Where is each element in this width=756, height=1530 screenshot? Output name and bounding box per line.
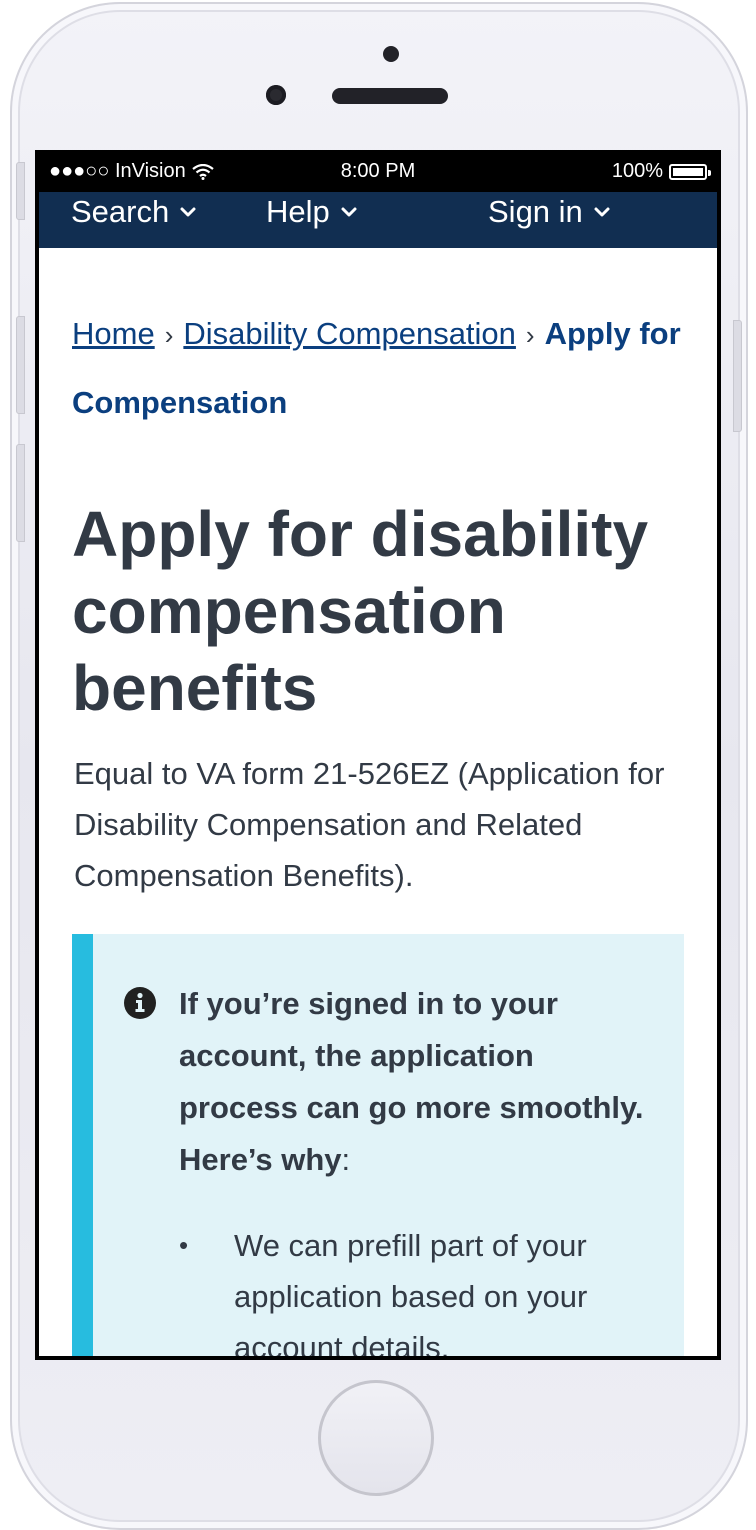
mute-switch [16,162,25,220]
status-battery: 100% [611,160,711,183]
status-bar: ●●●○○ InVision 8:00 PM 100% [35,150,721,192]
sensor-dot [383,46,399,62]
phone-screen: ●●●○○ InVision 8:00 PM 100% Search Help [35,150,721,1360]
alert-list: We can prefill part of your application … [179,1220,639,1356]
nav-search-menu[interactable]: Search [71,192,197,232]
breadcrumb: Home › Disability Compensation › Apply for C… [72,300,692,437]
battery-icon [669,163,711,180]
list-item: We can prefill part of your application … [179,1220,639,1356]
page-intro: Equal to VA form 21-526EZ (Application f… [74,756,665,893]
nav-signin-menu[interactable]: Sign in [488,192,611,232]
info-alert: If you’re signed in to your account, the… [72,934,684,1356]
chevron-down-icon [341,207,357,217]
volume-down-button [16,444,25,542]
breadcrumb-disability-link[interactable]: Disability Compensation [183,316,516,351]
front-camera [266,85,286,105]
chevron-down-icon [180,207,196,217]
breadcrumb-separator: › [525,320,535,350]
nav-search-label: Search [71,194,170,229]
alert-heading: If you’re signed in to your account, the… [179,978,659,1186]
chevron-down-icon [594,207,610,217]
battery-percent: 100% [611,160,663,182]
top-nav: Search Help Sign in [39,192,717,248]
home-button[interactable] [318,1380,434,1496]
page-title: Apply for disability compensation benefi… [72,498,649,724]
alert-heading-colon: : [341,1142,351,1177]
info-icon [124,987,156,1019]
alert-heading-text: If you’re signed in to your account, the… [179,986,644,1177]
breadcrumb-separator: › [164,320,174,350]
nav-help-menu[interactable]: Help [266,192,358,232]
volume-up-button [16,316,25,414]
earpiece-speaker [332,88,448,104]
breadcrumb-home-link[interactable]: Home [72,316,155,351]
nav-signin-label: Sign in [488,194,583,229]
page-content: Home › Disability Compensation › Apply for C… [39,248,717,1356]
power-button [733,320,742,432]
nav-help-label: Help [266,194,330,229]
